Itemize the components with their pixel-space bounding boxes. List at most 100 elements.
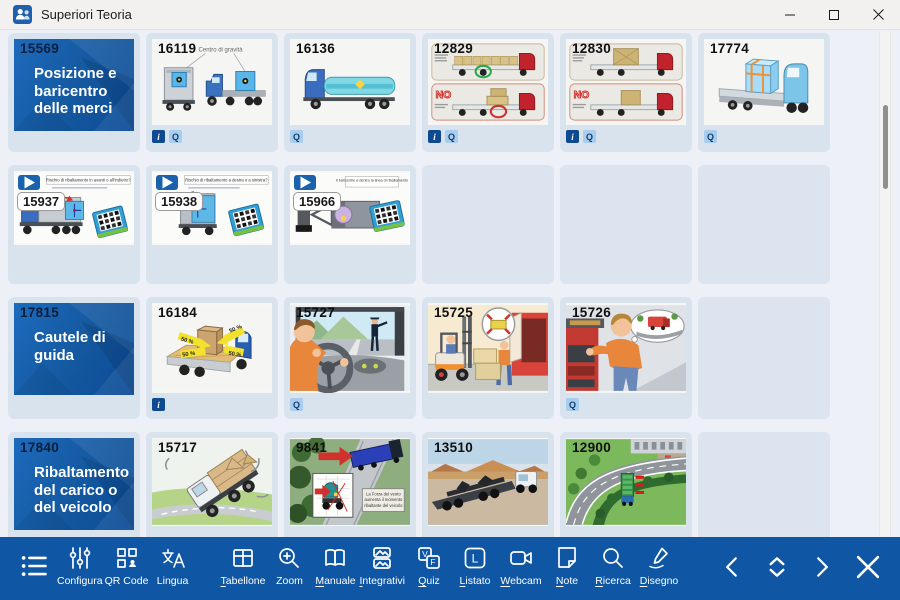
toolbar-item-manuale[interactable]: Manuale [312,544,358,587]
toolbar-item-integrativi[interactable]: Integrativi [358,544,406,587]
slide-card-16184[interactable]: 50 % 50 % 50 % 50 % 16184 i [146,297,278,419]
toolbar-item-configura[interactable]: Configura [56,544,104,587]
thumbnail-image[interactable]: NO 12830 [566,39,686,125]
play-icon[interactable] [156,175,178,190]
quiz-badge[interactable]: Q [290,130,303,143]
listato-icon: L [462,544,488,572]
slide-card-15725[interactable]: 15725 [422,297,554,419]
bottom-toolbar: ConfiguraQR CodeLingua Tabellone Zoom Manua… [0,537,900,600]
thumbnail-image[interactable]: 12900 [566,438,686,526]
svg-text:Centro di gravità: Centro di gravità [199,48,244,54]
thumbnail-image[interactable]: NO 12829 [428,39,548,125]
slide-card-15938[interactable]: Rischio di ribaltamento a destra o a sin… [146,165,278,284]
slide-card-15937[interactable]: Rischio di ribaltamento in avanti o all'… [8,165,140,284]
chapter-panel[interactable]: 17815 Cautele di guida [14,303,134,395]
chapter-panel[interactable]: 17840 Ribaltamento del carico o del veic… [14,438,134,530]
slide-card-16136[interactable]: 16136 Q [284,33,416,152]
quiz-badge[interactable]: Q [290,398,303,411]
slide-card-15727[interactable]: 15727 Q [284,297,416,419]
ricerca-icon [600,544,626,572]
toolbar-item-label: Zoom [276,575,303,587]
toolbar-item-label: Manuale [315,575,355,587]
slide-number: 15938 [155,192,203,211]
badge-row: Q [290,398,410,411]
thumbnail-image[interactable]: 13510 [428,438,548,526]
badge-row: Q [290,130,410,143]
quiz-badge[interactable]: Q [445,130,458,143]
info-badge[interactable]: i [566,130,579,143]
quiz-badge[interactable]: Q [583,130,596,143]
thumbnail-image[interactable]: 50 % 50 % 50 % 50 % 16184 [152,303,272,393]
info-badge[interactable]: i [152,398,165,411]
chapter-panel[interactable]: 15569 Posizione e baricentro delle merci [14,39,134,131]
lingua-icon [160,544,186,572]
toolbar-item-quiz[interactable]: VFQuiz [406,544,452,587]
chapter-card-17815[interactable]: 17815 Cautele di guida [8,297,140,419]
slide-card-17774[interactable]: 17774 Q [698,33,830,152]
note-icon [554,544,580,572]
toolbar-item-listato[interactable]: LListato [452,544,498,587]
vertical-scrollbar[interactable] [879,31,891,536]
slide-card-12829[interactable]: NO 12829 iQ [422,33,554,152]
slide-number: 15937 [17,192,65,211]
chevron-left-icon [718,553,746,584]
scrollbar-thumb[interactable] [883,105,888,189]
quiz-badge[interactable]: Q [566,398,579,411]
badge-row: iQ [428,130,548,143]
toolbar-item-label: Tabellone [221,575,266,587]
thumbnail-image[interactable]: 17774 [704,39,824,125]
toolbar-item-tabellone[interactable]: Tabellone [220,544,267,587]
thumbnail-image[interactable]: 15717 [152,438,272,526]
thumbnail-image[interactable]: Rischio di ribaltamento in avanti o all'… [14,171,134,245]
slide-number: 12900 [572,440,611,455]
titlebar: Superiori Teoria [0,0,900,30]
app-window: Superiori Teoria 15569 Posizione e baric… [0,0,900,600]
configura-icon [67,544,93,572]
chapter-card-15569[interactable]: 15569 Posizione e baricentro delle merci [8,33,140,152]
thumbnail-image[interactable]: Il baricentro è dentro la linea di ribal… [290,171,410,245]
slide-card-15726[interactable]: 15726 Q [560,297,692,419]
toolbar-item-label: Disegno [640,575,679,587]
toolbar-item-zoom[interactable]: Zoom [266,544,312,587]
thumbnail-image[interactable]: 15727 [290,303,410,393]
slide-card-12830[interactable]: NO 12830 iQ [560,33,692,152]
info-badge[interactable]: i [152,130,165,143]
info-badge[interactable]: i [428,130,441,143]
quiz-badge[interactable]: Q [704,130,717,143]
thumbnail-image[interactable]: Centro di gravità 16119 [152,39,272,125]
exit-button[interactable] [852,551,884,586]
toolbar-item-list[interactable] [12,552,56,580]
thumbnail-image[interactable]: 15725 [428,303,548,393]
app-icon [13,5,32,24]
maximize-button[interactable] [812,0,856,29]
toolbar-item-disegno[interactable]: Disegno [636,544,682,587]
toolbar-item-lingua[interactable]: Lingua [150,544,196,587]
toolbar-item-note[interactable]: Note [544,544,590,587]
slide-number: 15727 [296,305,335,320]
integrativi-icon [369,544,395,572]
previous-button[interactable] [718,553,746,584]
minimize-button[interactable] [768,0,812,29]
thumbnail-image[interactable]: La Forza del vento aumenta il momento ri… [290,438,410,526]
expand-button[interactable] [762,552,792,585]
slide-card-15966[interactable]: Il baricentro è dentro la linea di ribal… [284,165,416,284]
toolbar-item-qr-code[interactable]: QR Code [104,544,150,587]
toolbar-item-webcam[interactable]: Webcam [498,544,544,587]
thumbnail-image[interactable]: 16136 [290,39,410,125]
toolbar-item-ricerca[interactable]: Ricerca [590,544,636,587]
close-button[interactable] [856,0,900,29]
play-icon[interactable] [18,175,40,190]
slide-number: 12829 [434,41,473,56]
thumbnail-image[interactable]: Rischio di ribaltamento a destra o a sin… [152,171,272,245]
quiz-badge[interactable]: Q [169,130,182,143]
play-icon[interactable] [294,175,316,190]
svg-text:Il baricentro è dentro la line: Il baricentro è dentro la linea di ribal… [336,178,408,182]
slide-number: 16136 [296,41,335,56]
next-button[interactable] [808,553,836,584]
slide-grid-area: 15569 Posizione e baricentro delle merci… [0,30,900,600]
tabellone-icon [230,544,256,572]
slide-card-16119[interactable]: Centro di gravità 16119 iQ [146,33,278,152]
thumbnail-image[interactable]: 15726 [566,303,686,393]
empty-cell [560,165,692,284]
slide-number: 15725 [434,305,473,320]
